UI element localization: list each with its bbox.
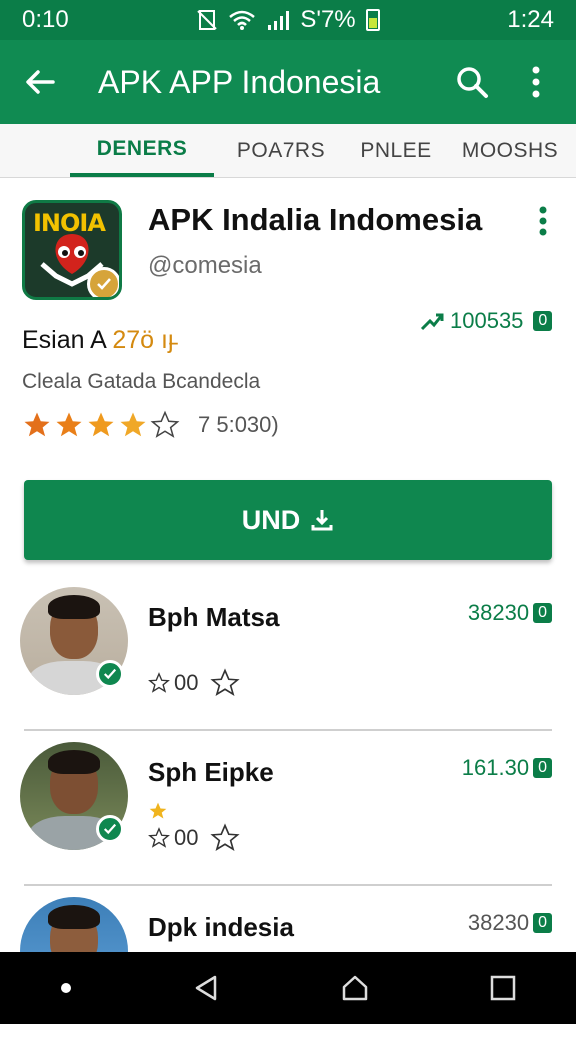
meta-suffix: ıȷ̵ — [161, 326, 174, 354]
app-handle[interactable]: @comesia — [148, 252, 262, 280]
app-rating: 7 5:030) — [22, 410, 279, 440]
more-vert-icon — [539, 206, 547, 236]
nav-dot-icon — [60, 983, 71, 993]
reviewer-stars-value: 00 — [174, 670, 199, 695]
reviewer-count-value: 161.30 — [461, 755, 530, 780]
meta-value: 27ö — [112, 326, 155, 354]
no-sim-icon — [197, 10, 218, 30]
more-options-button[interactable] — [516, 62, 556, 102]
trending-icon — [420, 313, 444, 331]
app-bar-title: APK APP Indonesia — [98, 63, 381, 100]
tab-spacer — [0, 124, 70, 177]
app-name: APK Indalia Indomesia — [148, 202, 483, 237]
download-icon — [311, 510, 333, 531]
search-icon — [457, 67, 488, 98]
status-bar: 0:10 S'7% 1:24 — [0, 0, 576, 40]
wifi-icon — [229, 10, 256, 30]
list-item[interactable]: Sph Eipke 161.30 0 00 — [20, 731, 552, 886]
app-meta-line: Esian A 27ö ıȷ̵ — [22, 326, 174, 355]
check-icon — [103, 668, 117, 680]
star-filled-icon — [56, 412, 82, 437]
reviewer-count-value: 38230 — [467, 600, 530, 625]
star-outline-icon — [150, 410, 180, 438]
verified-badge — [96, 660, 124, 688]
reviewer-stars: 00 — [148, 823, 241, 853]
back-arrow-icon — [26, 70, 55, 94]
system-nav-bar — [0, 952, 576, 1024]
signal-icon — [268, 11, 290, 30]
reviewer-stars: 00 — [148, 668, 241, 698]
reviewer-count: 161.30 0 — [462, 755, 552, 781]
battery-percent: S'7% — [300, 6, 356, 33]
battery-icon — [365, 9, 380, 31]
app-bar: APK APP Indonesia — [0, 40, 576, 124]
star-filled-icon — [24, 412, 50, 437]
status-time-right: 1:24 — [507, 6, 554, 33]
tab-bar: DENERS POA7RS PNLEE MOOSHS — [0, 124, 576, 178]
status-time-left: 0:10 — [22, 6, 69, 33]
app-more-button[interactable] — [538, 206, 548, 241]
nav-back-icon[interactable] — [191, 973, 221, 1003]
tab-poa7rs[interactable]: POA7RS — [214, 124, 348, 177]
reviewer-name: Dpk indesia — [148, 912, 294, 942]
reviewer-count-badge: 0 — [533, 758, 552, 778]
search-button[interactable] — [452, 62, 492, 102]
reviewer-count-value: 38230 — [467, 910, 530, 935]
star-outline-icon — [148, 672, 170, 693]
rating-count: 7 5:030) — [198, 412, 279, 437]
install-button[interactable]: UND — [24, 480, 552, 560]
app-icon[interactable]: INOIA — [22, 200, 122, 300]
meta-prefix: Esian A — [22, 326, 106, 354]
download-count-value: 100535 — [450, 308, 524, 333]
star-filled-icon — [120, 412, 146, 437]
check-icon — [97, 278, 111, 290]
reviewer-count-badge: 0 — [533, 603, 552, 623]
app-verified-badge — [87, 267, 119, 297]
more-vert-icon — [532, 66, 540, 98]
install-button-label: UND — [241, 504, 301, 535]
list-item[interactable]: Bph Matsa 38230 0 00 — [20, 576, 552, 731]
nav-home-icon[interactable] — [340, 973, 370, 1003]
star-filled-icon — [88, 412, 114, 437]
reviewer-count: 38230 0 — [468, 600, 552, 626]
star-outline-icon[interactable] — [210, 668, 241, 698]
back-button[interactable] — [20, 62, 60, 102]
download-count-badge: 0 — [533, 311, 553, 331]
reviewer-name: Sph Eipke — [148, 757, 274, 787]
nav-recents-icon[interactable] — [489, 974, 517, 1002]
tab-deners[interactable]: DENERS — [70, 124, 214, 177]
tab-pnlee[interactable]: PNLEE — [348, 124, 444, 177]
reviewer-name: Bph Matsa — [148, 602, 280, 632]
reviewer-stars-value: 00 — [174, 825, 199, 850]
verified-badge — [96, 815, 124, 843]
app-description: Cleala Gatada Bcandecla — [22, 370, 261, 393]
check-icon — [103, 823, 117, 835]
reviewer-count-badge: 0 — [533, 913, 552, 933]
star-outline-icon — [148, 827, 170, 848]
star-outline-icon[interactable] — [210, 823, 241, 853]
tab-mooshs[interactable]: MOOSHS — [444, 124, 576, 177]
status-icons: S'7% — [196, 6, 380, 34]
download-count: 100535 0 — [420, 308, 553, 334]
reviewer-count: 38230 0 — [468, 910, 552, 936]
